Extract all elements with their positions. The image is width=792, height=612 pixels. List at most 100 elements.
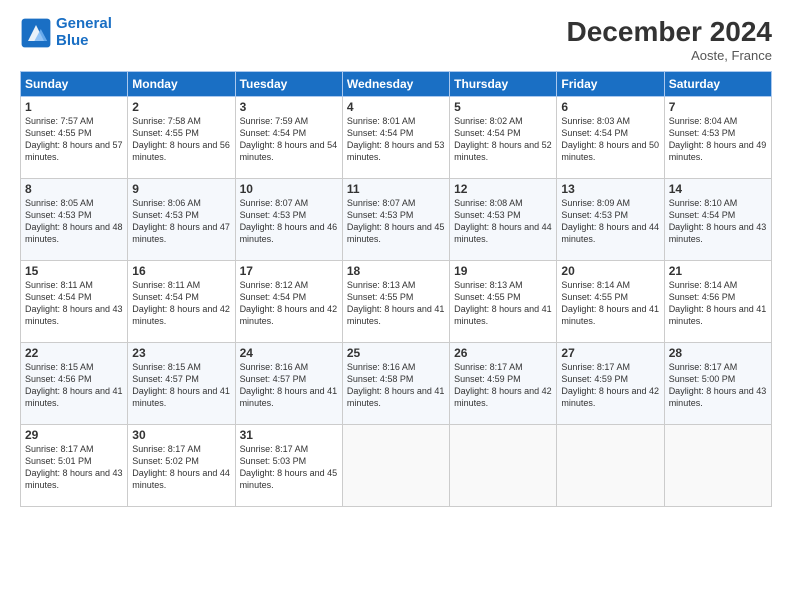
month-title: December 2024 [567, 16, 772, 48]
logo-icon [20, 17, 52, 49]
logo: General Blue [20, 16, 112, 49]
day-number: 15 [25, 264, 123, 278]
day-number: 17 [240, 264, 338, 278]
table-row: 9 Sunrise: 8:06 AM Sunset: 4:53 PM Dayli… [128, 179, 235, 261]
table-row [557, 425, 664, 507]
day-number: 18 [347, 264, 445, 278]
day-number: 28 [669, 346, 767, 360]
cell-info: Sunrise: 8:07 AM Sunset: 4:53 PM Dayligh… [240, 197, 338, 246]
title-block: December 2024 Aoste, France [567, 16, 772, 63]
cell-info: Sunrise: 8:13 AM Sunset: 4:55 PM Dayligh… [347, 279, 445, 328]
table-row: 19 Sunrise: 8:13 AM Sunset: 4:55 PM Dayl… [450, 261, 557, 343]
day-number: 5 [454, 100, 552, 114]
table-row: 12 Sunrise: 8:08 AM Sunset: 4:53 PM Dayl… [450, 179, 557, 261]
cell-info: Sunrise: 8:14 AM Sunset: 4:56 PM Dayligh… [669, 279, 767, 328]
table-row [342, 425, 449, 507]
day-number: 11 [347, 182, 445, 196]
day-number: 10 [240, 182, 338, 196]
cell-info: Sunrise: 8:17 AM Sunset: 4:59 PM Dayligh… [561, 361, 659, 410]
cell-info: Sunrise: 8:14 AM Sunset: 4:55 PM Dayligh… [561, 279, 659, 328]
table-row: 10 Sunrise: 8:07 AM Sunset: 4:53 PM Dayl… [235, 179, 342, 261]
day-number: 22 [25, 346, 123, 360]
table-row: 17 Sunrise: 8:12 AM Sunset: 4:54 PM Dayl… [235, 261, 342, 343]
col-saturday: Saturday [664, 72, 771, 97]
location: Aoste, France [567, 48, 772, 63]
cell-info: Sunrise: 8:07 AM Sunset: 4:53 PM Dayligh… [347, 197, 445, 246]
cell-info: Sunrise: 7:57 AM Sunset: 4:55 PM Dayligh… [25, 115, 123, 164]
cell-info: Sunrise: 8:08 AM Sunset: 4:53 PM Dayligh… [454, 197, 552, 246]
calendar-week-row: 15 Sunrise: 8:11 AM Sunset: 4:54 PM Dayl… [21, 261, 772, 343]
cell-info: Sunrise: 8:17 AM Sunset: 5:02 PM Dayligh… [132, 443, 230, 492]
col-wednesday: Wednesday [342, 72, 449, 97]
calendar-header-row: Sunday Monday Tuesday Wednesday Thursday… [21, 72, 772, 97]
cell-info: Sunrise: 8:09 AM Sunset: 4:53 PM Dayligh… [561, 197, 659, 246]
cell-info: Sunrise: 8:11 AM Sunset: 4:54 PM Dayligh… [25, 279, 123, 328]
table-row: 7 Sunrise: 8:04 AM Sunset: 4:53 PM Dayli… [664, 97, 771, 179]
day-number: 4 [347, 100, 445, 114]
table-row: 1 Sunrise: 7:57 AM Sunset: 4:55 PM Dayli… [21, 97, 128, 179]
cell-info: Sunrise: 8:10 AM Sunset: 4:54 PM Dayligh… [669, 197, 767, 246]
day-number: 1 [25, 100, 123, 114]
table-row: 30 Sunrise: 8:17 AM Sunset: 5:02 PM Dayl… [128, 425, 235, 507]
day-number: 8 [25, 182, 123, 196]
table-row: 28 Sunrise: 8:17 AM Sunset: 5:00 PM Dayl… [664, 343, 771, 425]
table-row: 15 Sunrise: 8:11 AM Sunset: 4:54 PM Dayl… [21, 261, 128, 343]
table-row: 14 Sunrise: 8:10 AM Sunset: 4:54 PM Dayl… [664, 179, 771, 261]
day-number: 25 [347, 346, 445, 360]
day-number: 21 [669, 264, 767, 278]
day-number: 7 [669, 100, 767, 114]
cell-info: Sunrise: 8:16 AM Sunset: 4:57 PM Dayligh… [240, 361, 338, 410]
table-row: 20 Sunrise: 8:14 AM Sunset: 4:55 PM Dayl… [557, 261, 664, 343]
logo-text: General Blue [56, 16, 112, 49]
day-number: 27 [561, 346, 659, 360]
day-number: 26 [454, 346, 552, 360]
cell-info: Sunrise: 8:01 AM Sunset: 4:54 PM Dayligh… [347, 115, 445, 164]
table-row: 13 Sunrise: 8:09 AM Sunset: 4:53 PM Dayl… [557, 179, 664, 261]
day-number: 20 [561, 264, 659, 278]
table-row: 11 Sunrise: 8:07 AM Sunset: 4:53 PM Dayl… [342, 179, 449, 261]
table-row: 8 Sunrise: 8:05 AM Sunset: 4:53 PM Dayli… [21, 179, 128, 261]
table-row: 26 Sunrise: 8:17 AM Sunset: 4:59 PM Dayl… [450, 343, 557, 425]
cell-info: Sunrise: 8:15 AM Sunset: 4:56 PM Dayligh… [25, 361, 123, 410]
header: General Blue December 2024 Aoste, France [20, 16, 772, 63]
day-number: 6 [561, 100, 659, 114]
table-row: 18 Sunrise: 8:13 AM Sunset: 4:55 PM Dayl… [342, 261, 449, 343]
table-row: 27 Sunrise: 8:17 AM Sunset: 4:59 PM Dayl… [557, 343, 664, 425]
day-number: 23 [132, 346, 230, 360]
cell-info: Sunrise: 8:17 AM Sunset: 4:59 PM Dayligh… [454, 361, 552, 410]
calendar-week-row: 29 Sunrise: 8:17 AM Sunset: 5:01 PM Dayl… [21, 425, 772, 507]
cell-info: Sunrise: 8:12 AM Sunset: 4:54 PM Dayligh… [240, 279, 338, 328]
cell-info: Sunrise: 7:58 AM Sunset: 4:55 PM Dayligh… [132, 115, 230, 164]
day-number: 14 [669, 182, 767, 196]
cell-info: Sunrise: 8:15 AM Sunset: 4:57 PM Dayligh… [132, 361, 230, 410]
col-thursday: Thursday [450, 72, 557, 97]
cell-info: Sunrise: 8:16 AM Sunset: 4:58 PM Dayligh… [347, 361, 445, 410]
cell-info: Sunrise: 8:05 AM Sunset: 4:53 PM Dayligh… [25, 197, 123, 246]
day-number: 24 [240, 346, 338, 360]
logo-line1: General [56, 15, 112, 32]
table-row: 24 Sunrise: 8:16 AM Sunset: 4:57 PM Dayl… [235, 343, 342, 425]
table-row: 5 Sunrise: 8:02 AM Sunset: 4:54 PM Dayli… [450, 97, 557, 179]
day-number: 3 [240, 100, 338, 114]
day-number: 30 [132, 428, 230, 442]
calendar-table: Sunday Monday Tuesday Wednesday Thursday… [20, 71, 772, 507]
calendar-week-row: 8 Sunrise: 8:05 AM Sunset: 4:53 PM Dayli… [21, 179, 772, 261]
cell-info: Sunrise: 8:17 AM Sunset: 5:01 PM Dayligh… [25, 443, 123, 492]
col-friday: Friday [557, 72, 664, 97]
cell-info: Sunrise: 8:17 AM Sunset: 5:00 PM Dayligh… [669, 361, 767, 410]
table-row [664, 425, 771, 507]
cell-info: Sunrise: 7:59 AM Sunset: 4:54 PM Dayligh… [240, 115, 338, 164]
table-row: 2 Sunrise: 7:58 AM Sunset: 4:55 PM Dayli… [128, 97, 235, 179]
logo-line2: Blue [56, 32, 89, 49]
day-number: 16 [132, 264, 230, 278]
table-row: 25 Sunrise: 8:16 AM Sunset: 4:58 PM Dayl… [342, 343, 449, 425]
cell-info: Sunrise: 8:17 AM Sunset: 5:03 PM Dayligh… [240, 443, 338, 492]
table-row: 4 Sunrise: 8:01 AM Sunset: 4:54 PM Dayli… [342, 97, 449, 179]
table-row: 16 Sunrise: 8:11 AM Sunset: 4:54 PM Dayl… [128, 261, 235, 343]
day-number: 31 [240, 428, 338, 442]
cell-info: Sunrise: 8:11 AM Sunset: 4:54 PM Dayligh… [132, 279, 230, 328]
cell-info: Sunrise: 8:03 AM Sunset: 4:54 PM Dayligh… [561, 115, 659, 164]
day-number: 9 [132, 182, 230, 196]
table-row: 3 Sunrise: 7:59 AM Sunset: 4:54 PM Dayli… [235, 97, 342, 179]
calendar-week-row: 1 Sunrise: 7:57 AM Sunset: 4:55 PM Dayli… [21, 97, 772, 179]
